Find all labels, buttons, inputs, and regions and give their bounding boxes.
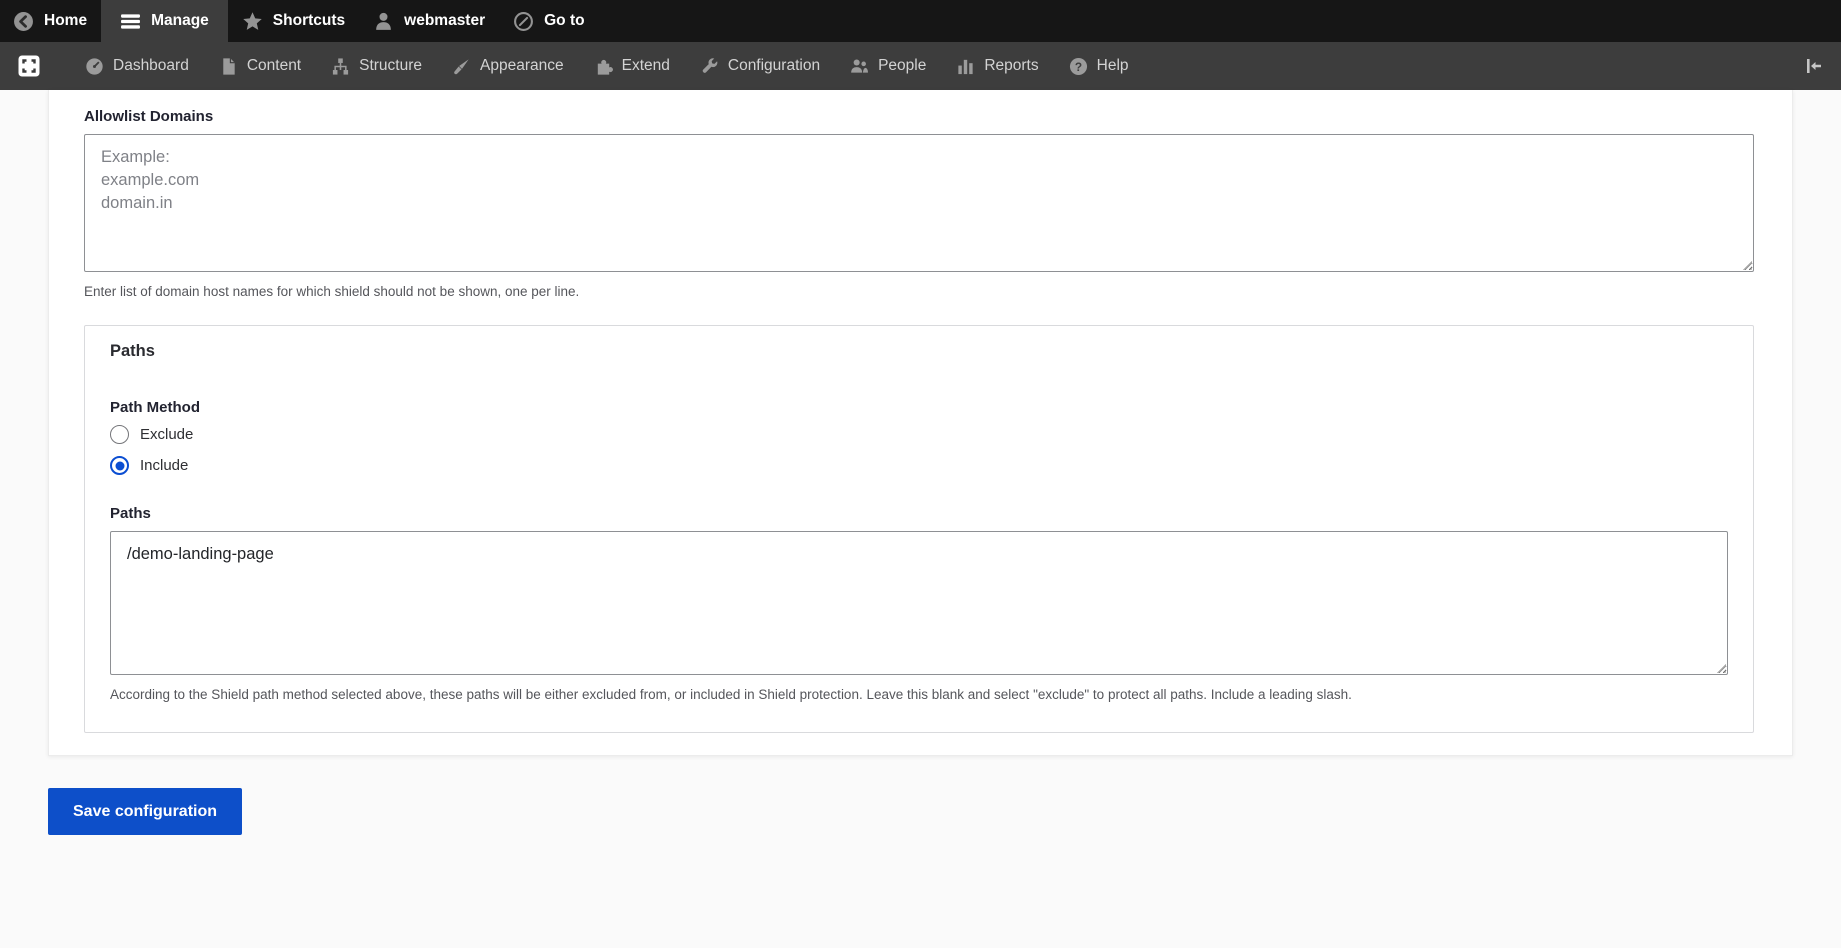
goto-search-icon <box>514 11 534 31</box>
radio-exclude-input[interactable] <box>110 425 129 444</box>
menu-item-help[interactable]: ? Help <box>1054 42 1144 90</box>
people-icon <box>851 58 869 73</box>
bar-chart-icon <box>958 59 973 74</box>
sitemap-icon <box>333 57 349 75</box>
shield-settings-form: Allowlist Domains Enter list of domain h… <box>48 90 1793 756</box>
path-method-label: Path Method <box>110 399 200 416</box>
admin-toolbar-tray: Dashboard Content Structure Appearance E… <box>0 42 1841 90</box>
toolbar-item-home[interactable]: Home <box>0 0 101 42</box>
toolbar-item-label: webmaster <box>404 12 486 29</box>
puzzle-icon <box>597 59 613 75</box>
menu-item-label: Structure <box>359 57 423 74</box>
question-icon: ? <box>1069 57 1087 75</box>
paths-fieldset-legend: Paths <box>110 342 155 360</box>
toolbar-item-label: Shortcuts <box>272 12 346 29</box>
menu-item-appearance[interactable]: Appearance <box>437 42 579 90</box>
menu-item-label: Dashboard <box>113 57 189 74</box>
menu-item-people[interactable]: People <box>835 42 941 90</box>
toolbar-item-goto[interactable]: Go to <box>499 0 598 42</box>
toolbar-item-shortcuts[interactable]: Shortcuts <box>228 0 359 42</box>
toolbar-item-label: Go to <box>544 12 585 29</box>
menu-item-extend[interactable]: Extend <box>579 42 685 90</box>
menu-item-label: Content <box>246 57 302 74</box>
radio-include-label: Include <box>140 457 189 474</box>
menu-item-structure[interactable]: Structure <box>316 42 437 90</box>
star-icon <box>243 11 262 30</box>
menu-item-label: Help <box>1096 57 1129 74</box>
hamburger-icon <box>121 13 141 29</box>
toolbar-orientation-icon[interactable] <box>18 55 40 77</box>
toolbar-item-label: Manage <box>151 12 209 29</box>
allowlist-domains-description: Enter list of domain host names for whic… <box>84 284 580 299</box>
menu-item-label: Extend <box>621 57 670 74</box>
radio-include-input[interactable] <box>110 456 129 475</box>
wrench-icon <box>702 57 718 73</box>
allowlist-domains-label: Allowlist Domains <box>84 108 214 125</box>
allowlist-domains-textarea[interactable] <box>84 134 1754 272</box>
radio-exclude-label: Exclude <box>140 426 194 443</box>
paths-textarea[interactable]: /demo-landing-page <box>110 531 1728 675</box>
menu-item-dashboard[interactable]: Dashboard <box>70 42 204 90</box>
back-circle-icon <box>14 11 33 31</box>
menu-item-label: People <box>878 57 927 74</box>
user-icon <box>376 12 391 30</box>
menu-item-reports[interactable]: Reports <box>941 42 1053 90</box>
document-icon <box>223 57 235 75</box>
toolbar-item-manage[interactable]: Manage <box>101 0 228 42</box>
menu-item-configuration[interactable]: Configuration <box>685 42 835 90</box>
page-content: Allowlist Domains Enter list of domain h… <box>0 90 1841 948</box>
paths-fieldset: Paths Path Method Exclude Include Paths … <box>84 325 1754 733</box>
menu-item-content[interactable]: Content <box>204 42 316 90</box>
paths-description: According to the Shield path method sele… <box>110 687 1352 702</box>
svg-text:?: ? <box>1075 59 1082 73</box>
menu-item-label: Appearance <box>480 57 564 74</box>
menu-item-label: Reports <box>984 57 1039 74</box>
paths-label: Paths <box>110 505 151 522</box>
menu-item-label: Configuration <box>727 57 821 74</box>
collapse-toolbar-icon[interactable] <box>1803 55 1825 77</box>
toolbar-item-label: Home <box>44 12 88 29</box>
toolbar-item-user[interactable]: webmaster <box>359 0 499 42</box>
radio-option-exclude[interactable]: Exclude <box>110 425 1728 444</box>
gauge-icon <box>86 57 103 75</box>
paintbrush-icon <box>454 58 469 74</box>
radio-option-include[interactable]: Include <box>110 456 1728 475</box>
save-configuration-button[interactable]: Save configuration <box>48 788 243 835</box>
admin-toolbar-bar: Home Manage Shortcuts webmaster Go to <box>0 0 1841 42</box>
